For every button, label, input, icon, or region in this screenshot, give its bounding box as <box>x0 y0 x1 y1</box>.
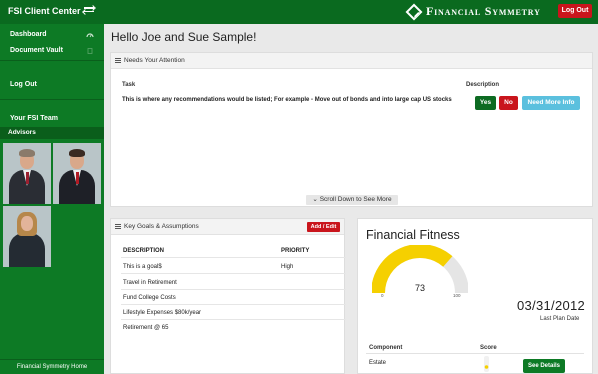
panel-title: Needs Your Attention <box>124 57 185 64</box>
advisor-photo[interactable] <box>3 206 51 267</box>
table-row: Fund College Costs <box>121 291 346 305</box>
list-icon <box>115 224 121 230</box>
plan-date: 03/31/2012 <box>517 298 586 313</box>
table-row: This is a goal$ High <box>121 260 346 274</box>
brand-name: Financial Symmetry <box>426 4 541 18</box>
dashboard-icon <box>86 33 94 38</box>
list-icon <box>115 58 121 64</box>
panel-title: Key Goals & Assumptions <box>124 223 199 230</box>
sidebar-item-document-vault[interactable]: Document Vault <box>10 47 63 54</box>
yes-button[interactable]: Yes <box>475 96 496 110</box>
sidebar-item-fsi-team[interactable]: Your FSI Team <box>10 115 58 122</box>
scroll-down-label: Scroll Down to See More <box>319 196 392 203</box>
goal-description: This is a goal$ <box>123 264 162 270</box>
advisors-label: Advisors <box>8 129 36 136</box>
advisor-photo[interactable] <box>3 143 51 204</box>
no-button[interactable]: No <box>499 96 518 110</box>
app-title: FSI Client Center <box>8 6 81 16</box>
scroll-down-button[interactable]: ⌄ Scroll Down to See More <box>306 195 398 205</box>
task-text: This is where any recommendations would … <box>122 97 452 103</box>
panel-header: Needs Your Attention <box>111 53 592 69</box>
gauge-max-label: 100 <box>453 293 461 298</box>
panel-header: Key Goals & Assumptions Add / Edit <box>111 219 344 235</box>
sidebar-item-log-out[interactable]: Log Out <box>10 81 37 88</box>
priority-column-header: PRIORITY <box>281 248 310 254</box>
advisor-photo[interactable] <box>53 143 101 204</box>
chevron-down-icon: ⌄ <box>312 196 318 203</box>
documents-icon <box>87 48 93 54</box>
logout-button[interactable]: Log Out <box>558 4 592 18</box>
financial-symmetry-home-link[interactable]: Financial Symmetry Home <box>0 364 104 370</box>
goal-description: Fund College Costs <box>123 295 176 301</box>
needs-attention-panel: Needs Your Attention <box>110 52 593 207</box>
description-column-header: Description <box>466 82 500 88</box>
goal-description: Retirement @ 65 <box>123 325 169 331</box>
sidebar: Dashboard Document Vault Log Out Your FS… <box>0 24 104 374</box>
sidebar-item-dashboard[interactable]: Dashboard <box>10 31 47 38</box>
component-name: Estate <box>369 360 387 366</box>
financial-fitness-title: Financial Fitness <box>366 228 460 242</box>
component-column-header: Component <box>369 345 403 351</box>
brand-diamond-icon <box>405 3 423 20</box>
divider <box>366 353 584 354</box>
score-indicator-icon <box>484 356 489 372</box>
table-row: Retirement @ 65 <box>121 321 346 335</box>
sidebar-divider <box>0 60 104 61</box>
sidebar-footer[interactable]: Financial Symmetry Home <box>0 359 104 374</box>
description-column-header: DESCRIPTION <box>123 248 165 254</box>
need-more-info-button[interactable]: Need More Info <box>522 96 580 110</box>
fitness-score: 73 <box>414 283 425 293</box>
page-title: Hello Joe and Sue Sample! <box>111 30 257 44</box>
table-row: Travel in Retirement <box>121 276 346 290</box>
sidebar-toggle-icon[interactable] <box>84 5 94 17</box>
table-row: Lifestyle Expenses $80k/year <box>121 306 346 320</box>
gauge-min-label: 0 <box>381 293 384 298</box>
advisors-header: Advisors <box>0 127 104 139</box>
plan-date-label: Last Plan Date <box>540 316 580 322</box>
goal-description: Lifestyle Expenses $80k/year <box>123 310 202 316</box>
key-goals-panel: Key Goals & Assumptions Add / Edit DESCR… <box>110 218 346 374</box>
goal-priority: High <box>281 264 294 270</box>
goals-header-row: DESCRIPTION PRIORITY <box>121 244 346 258</box>
brand-logo[interactable]: Financial Symmetry <box>405 3 541 20</box>
top-bar: FSI Client Center Financial Symmetry Log… <box>0 0 598 24</box>
sidebar-divider <box>0 99 104 100</box>
task-column-header: Task <box>122 82 136 88</box>
goal-description: Travel in Retirement <box>123 280 177 286</box>
score-column-header: Score <box>480 345 497 351</box>
see-details-button[interactable]: See Details <box>523 359 565 373</box>
add-edit-button[interactable]: Add / Edit <box>307 222 340 232</box>
